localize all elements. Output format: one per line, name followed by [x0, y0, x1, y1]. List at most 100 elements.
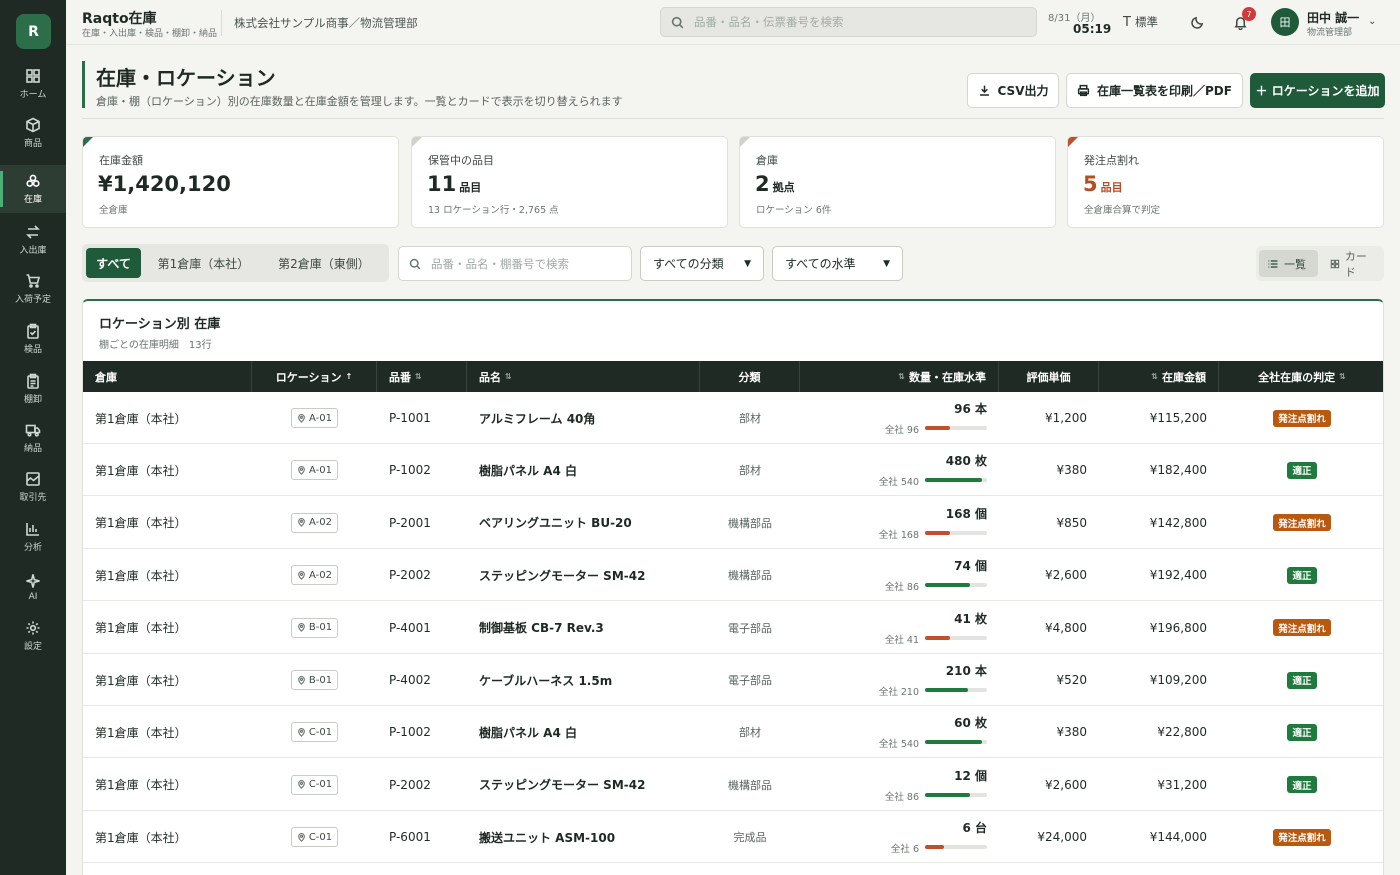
- table-row[interactable]: 第1倉庫（本社） B-01 P-4001 制御基板 CB-7 Rev.3 電子部品 41 …: [83, 602, 1383, 654]
- col-amount[interactable]: ⇅ 在庫金額: [1099, 361, 1219, 392]
- kpi-unit: 拠点: [772, 181, 795, 194]
- name-cell[interactable]: 樹脂パネル A4 白: [479, 706, 577, 758]
- sidebar-item-2[interactable]: 在庫: [0, 165, 66, 213]
- table-row[interactable]: 第1倉庫（本社） C-01 P-2002 ステッピングモーター SM-42 機構部品 12…: [83, 759, 1383, 811]
- sidebar-item-label: ホーム: [19, 90, 47, 100]
- col-category[interactable]: 分類: [700, 361, 800, 392]
- col-warehouse[interactable]: 倉庫: [83, 361, 252, 392]
- name-cell[interactable]: 樹脂パネル A4 白: [479, 444, 577, 496]
- tab-all[interactable]: すべて: [86, 248, 141, 278]
- col-name-label: 品名: [479, 370, 501, 384]
- dark-mode-button[interactable]: [1187, 12, 1207, 32]
- notifications-button[interactable]: 7: [1230, 7, 1256, 32]
- level-select-value: すべての水準: [785, 257, 856, 271]
- col-location[interactable]: ロケーション ↑: [252, 361, 377, 392]
- location-badge[interactable]: B-01: [290, 670, 339, 690]
- csv-export-button[interactable]: CSV出力: [967, 73, 1059, 108]
- name-cell[interactable]: ステッピングモーター SM-42: [479, 549, 645, 601]
- level-select[interactable]: すべての水準 ▼: [772, 246, 903, 281]
- filter-search-input[interactable]: [431, 256, 621, 271]
- location-cell: C-01: [252, 706, 377, 758]
- name-cell[interactable]: 制御基板 CB-7 Rev.3: [479, 602, 604, 654]
- location-badge[interactable]: A-02: [291, 512, 338, 533]
- user-name[interactable]: 田中 誠一: [1307, 9, 1359, 26]
- qty-value: 41 枚: [954, 611, 987, 626]
- stock-level-bar: [925, 688, 987, 692]
- global-search-input[interactable]: [694, 15, 1014, 29]
- table-row[interactable]: 第1倉庫（本社） A-02 P-2002 ステッピングモーター SM-42 機構部品 74…: [83, 549, 1383, 602]
- sidebar-item-8[interactable]: 取引先: [0, 463, 66, 511]
- kpi-value: 5: [1083, 172, 1098, 196]
- sidebar-item-9[interactable]: 分析: [0, 513, 66, 561]
- col-judge[interactable]: 全社在庫の判定 ⇅: [1219, 361, 1383, 392]
- unit-price-cell: ¥2,600: [1045, 568, 1087, 583]
- tab-warehouse-2[interactable]: 第2倉庫（東側）: [266, 248, 382, 278]
- card-view-button[interactable]: カード: [1322, 250, 1380, 279]
- table-row[interactable]: 第1倉庫（本社） B-01 P-4002 ケーブルハーネス 1.5m 電子部品 210 本…: [83, 654, 1383, 706]
- stock-level-bar: [925, 845, 987, 850]
- location-badge[interactable]: C-01: [290, 722, 339, 743]
- name-cell[interactable]: ケーブルハーネス 1.5m: [479, 654, 612, 706]
- add-location-button[interactable]: ＋ ロケーションを追加: [1250, 73, 1385, 108]
- category-select[interactable]: すべての分類 ▼: [640, 246, 764, 281]
- print-button[interactable]: 在庫一覧表を印刷／PDF: [1066, 73, 1243, 108]
- table-row[interactable]: 第1倉庫（本社） C-01 P-6001 搬送ユニット ASM-100 完成品 6 台全社…: [83, 811, 1383, 864]
- title-accent: [82, 61, 85, 108]
- stock-level-fill: [925, 426, 950, 430]
- location-badge[interactable]: B-01: [290, 617, 339, 638]
- name-cell[interactable]: ステッピングモーター SM-42: [479, 759, 645, 811]
- global-search[interactable]: [660, 7, 1037, 37]
- sidebar-item-label: 棚卸: [23, 395, 42, 405]
- sidebar-item-10[interactable]: AI: [0, 563, 66, 611]
- table-row[interactable]: 第1倉庫（本社） C-01 P-1002 樹脂パネル A4 白 部材 60 枚全社 540…: [83, 706, 1383, 759]
- location-code: A-02: [309, 517, 332, 529]
- sidebar-item-7[interactable]: 納品: [0, 414, 66, 462]
- judge-cell: 発注点割れ: [1219, 811, 1383, 863]
- name-cell[interactable]: アルミフレーム 40角: [479, 392, 595, 444]
- table-row[interactable]: 第1倉庫（本社） A-01 P-1002 樹脂パネル A4 白 部材 480 枚全社 54…: [83, 444, 1383, 497]
- stock-level-bar: [925, 583, 987, 588]
- sidebar-item-1[interactable]: 商品: [0, 109, 66, 157]
- font-size-button[interactable]: T 標準: [1123, 14, 1158, 30]
- amount-cell: ¥196,800: [1149, 620, 1207, 635]
- table-row[interactable]: 第1倉庫（本社） A-01 P-1001 アルミフレーム 40角 部材 96 本全社 96…: [83, 392, 1383, 444]
- location-badge[interactable]: A-02: [291, 565, 338, 586]
- sidebar-item-6[interactable]: 棚卸: [0, 365, 66, 413]
- name-cell[interactable]: ベアリングユニット BU-20: [479, 497, 632, 549]
- col-name[interactable]: 品名 ⇅: [467, 361, 700, 392]
- list-view-button[interactable]: 一覧: [1259, 250, 1318, 277]
- sidebar-item-0[interactable]: ホーム: [0, 60, 66, 108]
- kpi-label: 在庫金額: [99, 154, 143, 167]
- location-badge[interactable]: C-01: [290, 774, 339, 795]
- location-badge[interactable]: A-01: [291, 460, 338, 481]
- avatar[interactable]: 田: [1271, 8, 1299, 36]
- judge-cell: 発注点割れ: [1219, 602, 1383, 654]
- status-badge: 発注点割れ: [1273, 619, 1331, 637]
- chevron-down-icon[interactable]: ⌄: [1368, 16, 1376, 27]
- col-code[interactable]: 品番 ⇅: [377, 361, 467, 392]
- name-cell[interactable]: 搬送ユニット ASM-100: [479, 811, 615, 863]
- qty-cell: 480 枚全社 540: [800, 444, 987, 496]
- stock-level-fill: [925, 845, 944, 850]
- tab-warehouse-1[interactable]: 第1倉庫（本社）: [146, 248, 261, 278]
- sidebar-item-5[interactable]: 検品: [0, 315, 66, 363]
- page-description: 倉庫・棚（ロケーション）別の在庫数量と在庫金額を管理します。一覧とカードで表示を…: [96, 95, 623, 108]
- sidebar-item-4[interactable]: 入荷予定: [0, 265, 66, 313]
- stock-table-panel: ロケーション別 在庫 棚ごとの在庫明細 13行 倉庫 ロケーション ↑ 品番 ⇅ 品…: [82, 299, 1384, 875]
- app-logo[interactable]: R: [16, 14, 51, 49]
- kpi-unit: 品目: [459, 181, 482, 194]
- amount-cell: ¥22,800: [1157, 725, 1207, 740]
- sidebar-item-3[interactable]: 入出庫: [0, 216, 66, 264]
- col-category-label: 分類: [738, 370, 761, 384]
- table-row[interactable]: 第1倉庫（本社） A-02 P-2001 ベアリングユニット BU-20 機構部品 168…: [83, 497, 1383, 549]
- location-badge[interactable]: A-01: [291, 408, 338, 428]
- kpi-value-wrap: 5 品目: [1083, 172, 1123, 196]
- filter-search[interactable]: [398, 246, 632, 281]
- sidebar-item-11[interactable]: 設定: [0, 612, 66, 660]
- sidebar-item-label: 入出庫: [19, 246, 47, 256]
- view-toggle: 一覧 カード: [1256, 246, 1384, 281]
- col-qty[interactable]: ⇅ 数量・在庫水準: [800, 361, 999, 392]
- sort-icon: ⇅: [898, 372, 905, 381]
- location-badge[interactable]: C-01: [290, 827, 339, 848]
- col-unit-price[interactable]: 評価単価: [999, 361, 1099, 392]
